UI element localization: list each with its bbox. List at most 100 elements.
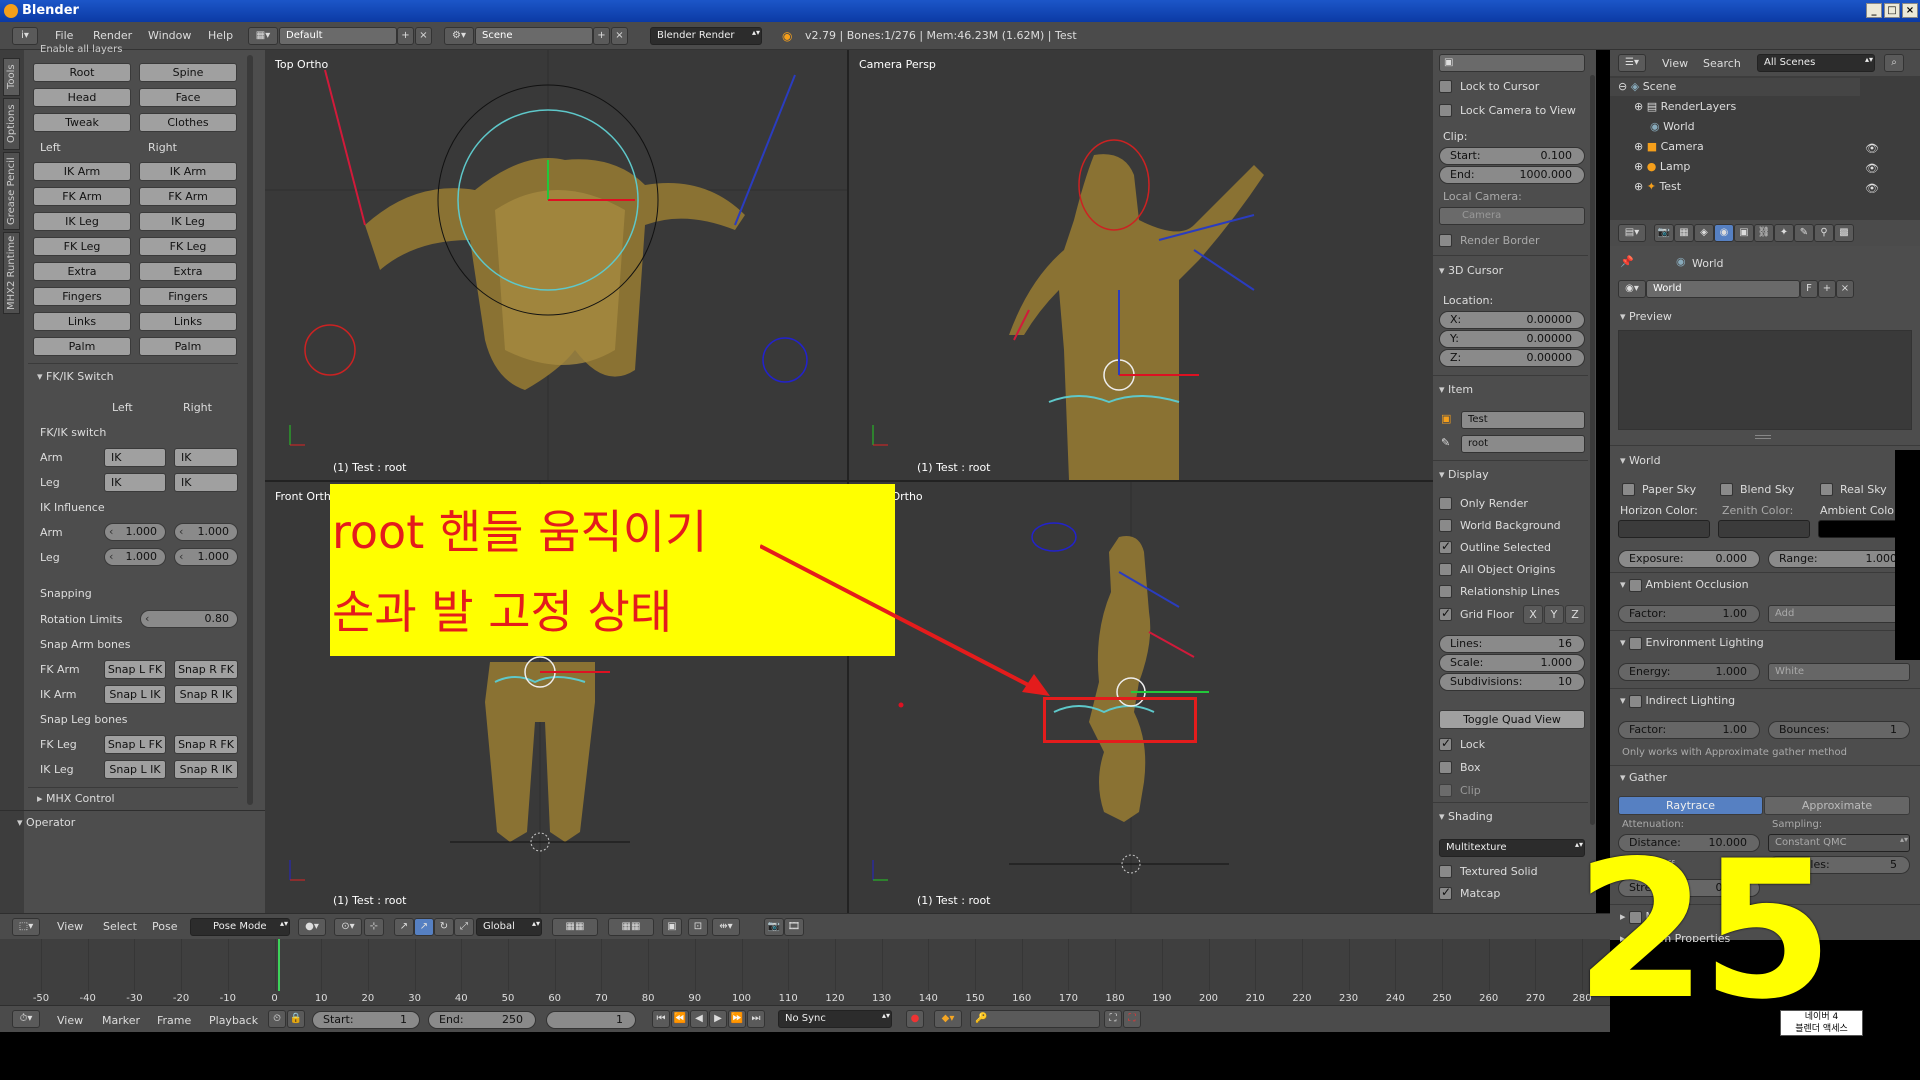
viewport-shading-icon[interactable]: ●▾ [298, 918, 326, 936]
grid-lines-field[interactable]: Lines: 16 [1439, 635, 1585, 653]
toggle-quad-view-button[interactable]: Toggle Quad View [1439, 710, 1585, 729]
relationship-lines-checkbox[interactable] [1439, 585, 1452, 598]
outliner-item-world[interactable]: ◉ World [1650, 120, 1695, 133]
outliner-item-renderlayers[interactable]: ⊕ ▤ RenderLayers [1634, 100, 1736, 113]
timeline-menu-frame[interactable]: Frame [157, 1014, 191, 1027]
visibility-eye-icon[interactable]: 👁 [1865, 182, 1879, 195]
world-browse-icon[interactable]: ◉▾ [1618, 280, 1646, 298]
world-name-field[interactable]: World [1646, 280, 1800, 298]
item-name-field[interactable]: Test [1461, 411, 1585, 429]
timeline-type-icon[interactable]: ⏱▾ [12, 1010, 40, 1028]
grid-subdivisions-field[interactable]: Subdivisions: 10 [1439, 673, 1585, 691]
environment-lighting-header[interactable]: Environment Lighting [1620, 636, 1764, 650]
layer-head-button[interactable]: Head [33, 88, 131, 107]
left-extra-button[interactable]: Extra [33, 262, 131, 281]
jump-start-icon[interactable]: ⏮ [652, 1010, 670, 1028]
layer-spine-button[interactable]: Spine [139, 63, 237, 82]
menu-view[interactable]: View [57, 920, 83, 933]
opengl-anim-icon[interactable]: 🎞 [784, 918, 804, 936]
cursor-z-field[interactable]: Z: 0.00000 [1439, 349, 1585, 367]
prev-keyframe-icon[interactable]: ⏪ [671, 1010, 689, 1028]
unlink-world-icon[interactable]: × [1836, 280, 1854, 298]
snap-l-ik-leg-button[interactable]: Snap L IK [104, 760, 166, 779]
viewport-top-ortho[interactable]: Top Ortho (1) Test : root [265, 50, 847, 480]
only-render-checkbox[interactable] [1439, 497, 1452, 510]
add-world-icon[interactable]: + [1818, 280, 1836, 298]
view3d-type-icon[interactable]: ⬚▾ [12, 918, 40, 936]
real-sky-checkbox[interactable] [1820, 483, 1833, 496]
leg-right-ik-button[interactable]: IK [174, 473, 238, 492]
operator-header[interactable]: Operator [17, 816, 75, 829]
translate-icon[interactable]: ↗ [394, 918, 414, 936]
textured-solid-checkbox[interactable] [1439, 865, 1452, 878]
ao-blend-dropdown[interactable]: Add [1768, 605, 1910, 623]
left-palm-button[interactable]: Palm [33, 337, 131, 356]
snap-l-ik-arm-button[interactable]: Snap L IK [104, 685, 166, 704]
grid-floor-checkbox[interactable] [1439, 606, 1452, 621]
preview-range-icon[interactable]: ⏲ [268, 1010, 286, 1028]
left-fingers-button[interactable]: Fingers [33, 287, 131, 306]
bone-name-field[interactable]: root [1461, 435, 1585, 453]
delete-keyframe-icon[interactable]: ⛶ [1123, 1010, 1141, 1028]
leg-right-influence-field[interactable]: ‹ 1.000 [174, 548, 238, 566]
orientation-dropdown[interactable]: Global [476, 918, 542, 936]
layer-tweak-button[interactable]: Tweak [33, 113, 131, 132]
play-reverse-icon[interactable]: ◀ [690, 1010, 708, 1028]
pivot-point-icon[interactable]: ⊙▾ [334, 918, 362, 936]
mode-dropdown[interactable]: Pose Mode [190, 918, 290, 936]
keying-icon[interactable]: ◆▾ [934, 1010, 962, 1028]
indirect-lighting-header[interactable]: Indirect Lighting [1620, 694, 1735, 708]
opengl-render-icon[interactable]: 📷 [764, 918, 784, 936]
display-section-header[interactable]: Display [1439, 468, 1489, 481]
data-tab-icon[interactable]: ✦ [1774, 224, 1794, 242]
render-border-checkbox[interactable] [1439, 234, 1452, 247]
visibility-eye-icon[interactable]: 👁 [1865, 142, 1879, 155]
layer-root-button[interactable]: Root [33, 63, 131, 82]
current-frame-indicator[interactable] [278, 939, 280, 991]
toolshelf-scrollbar[interactable] [247, 55, 253, 805]
grid-y-toggle[interactable]: Y [1544, 605, 1564, 624]
maximize-button[interactable]: □ [1884, 3, 1900, 18]
menu-help[interactable]: Help [208, 29, 233, 42]
lock-cursor-checkbox[interactable] [1439, 80, 1452, 93]
jump-end-icon[interactable]: ⏭ [747, 1010, 765, 1028]
snap-r-fk-arm-button[interactable]: Snap R FK [174, 660, 238, 679]
raytrace-button[interactable]: Raytrace [1618, 796, 1763, 815]
timeline-menu-playback[interactable]: Playback [209, 1014, 258, 1027]
rotate-icon[interactable]: ↻ [434, 918, 454, 936]
exposure-field[interactable]: Exposure: 0.000 [1618, 550, 1760, 568]
sync-dropdown[interactable]: No Sync [778, 1010, 892, 1028]
menu-select[interactable]: Select [103, 920, 137, 933]
bounces-field[interactable]: Bounces: 1 [1768, 721, 1910, 739]
outliner-type-icon[interactable]: ☰▾ [1618, 54, 1646, 72]
right-links-button[interactable]: Links [139, 312, 237, 331]
right-ik-arm-button[interactable]: IK Arm [139, 162, 237, 181]
right-fk-leg-button[interactable]: FK Leg [139, 237, 237, 256]
clip-end-field[interactable]: End: 1000.000 [1439, 166, 1585, 184]
outliner-menu-search[interactable]: Search [1703, 57, 1741, 70]
arm-right-ik-button[interactable]: IK [174, 448, 238, 467]
tab-mhx2-runtime[interactable]: MHX2 Runtime [3, 232, 20, 314]
gather-section-header[interactable]: Gather [1620, 771, 1667, 784]
quad-clip-checkbox[interactable] [1439, 784, 1452, 797]
right-fingers-button[interactable]: Fingers [139, 287, 237, 306]
right-palm-button[interactable]: Palm [139, 337, 237, 356]
scene-icon[interactable]: ⚙▾ [444, 27, 474, 45]
arm-right-influence-field[interactable]: ‹ 1.000 [174, 523, 238, 541]
tab-grease-pencil[interactable]: Grease Pencil [3, 152, 20, 230]
snap-r-ik-arm-button[interactable]: Snap R IK [174, 685, 238, 704]
layout-grid-icon[interactable]: ▦▾ [248, 27, 278, 45]
object-tab-icon[interactable]: ▣ [1734, 224, 1754, 242]
scene-tab-icon[interactable]: ◈ [1694, 224, 1714, 242]
add-layout-icon[interactable]: + [397, 27, 414, 45]
npanel-scrollbar[interactable] [1590, 75, 1595, 825]
constraints-tab-icon[interactable]: ⛓ [1754, 224, 1774, 242]
timeline-menu-marker[interactable]: Marker [102, 1014, 140, 1027]
matcap-checkbox[interactable] [1439, 885, 1452, 900]
keying-set-field[interactable]: 🔑 [970, 1010, 1100, 1028]
leg-left-ik-button[interactable]: IK [104, 473, 166, 492]
item-section-header[interactable]: Item [1439, 383, 1473, 396]
grid-scale-field[interactable]: Scale: 1.000 [1439, 654, 1585, 672]
snap-r-fk-leg-button[interactable]: Snap R FK [174, 735, 238, 754]
editor-type-info-icon[interactable]: i▾ [12, 27, 38, 45]
